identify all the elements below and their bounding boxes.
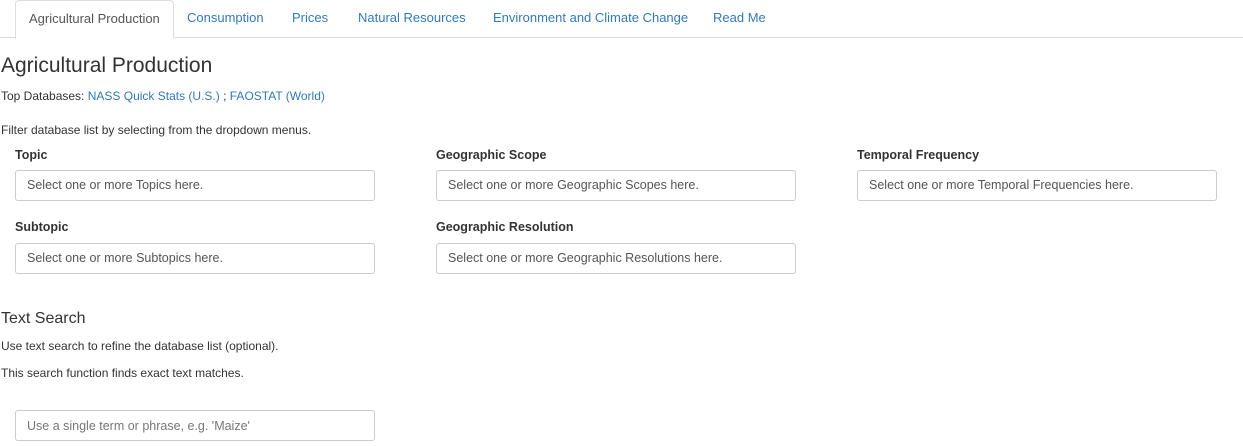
top-databases-separator: ; bbox=[219, 89, 230, 103]
nass-quick-stats-link[interactable]: NASS Quick Stats (U.S.) bbox=[88, 89, 220, 103]
text-search-title: Text Search bbox=[1, 310, 86, 327]
filter-instructions: Filter database list by selecting from t… bbox=[1, 123, 312, 137]
tab-read-me[interactable]: Read Me bbox=[713, 0, 766, 38]
temporal-frequency-label: Temporal Frequency bbox=[857, 148, 980, 162]
subtopic-label: Subtopic bbox=[15, 220, 69, 234]
temporal-frequency-select[interactable]: Select one or more Temporal Frequencies … bbox=[857, 170, 1217, 201]
text-search-help-1: Use text search to refine the database l… bbox=[1, 339, 279, 353]
tab-natural-resources[interactable]: Natural Resources bbox=[358, 0, 466, 38]
tab-prices[interactable]: Prices bbox=[292, 0, 328, 38]
subtopic-select[interactable]: Select one or more Subtopics here. bbox=[15, 243, 375, 274]
nav-tabs: Agricultural Production Consumption Pric… bbox=[0, 0, 1243, 39]
page-title: Agricultural Production bbox=[1, 54, 213, 77]
top-databases-prefix: Top Databases: bbox=[1, 89, 88, 103]
top-databases: Top Databases: NASS Quick Stats (U.S.) ;… bbox=[1, 89, 325, 103]
tab-environment-and-climate-change[interactable]: Environment and Climate Change bbox=[493, 0, 688, 38]
geographic-scope-label: Geographic Scope bbox=[436, 148, 547, 162]
faostat-link[interactable]: FAOSTAT (World) bbox=[230, 89, 325, 103]
geographic-resolution-select[interactable]: Select one or more Geographic Resolution… bbox=[436, 243, 796, 274]
text-search-help-2: This search function finds exact text ma… bbox=[1, 366, 244, 380]
geographic-scope-select[interactable]: Select one or more Geographic Scopes her… bbox=[436, 170, 796, 201]
tab-consumption[interactable]: Consumption bbox=[187, 0, 264, 38]
topic-select[interactable]: Select one or more Topics here. bbox=[15, 170, 375, 201]
geographic-resolution-label: Geographic Resolution bbox=[436, 220, 574, 234]
topic-label: Topic bbox=[15, 148, 48, 162]
tab-agricultural-production[interactable]: Agricultural Production bbox=[15, 0, 174, 39]
text-search-input[interactable] bbox=[15, 410, 375, 441]
